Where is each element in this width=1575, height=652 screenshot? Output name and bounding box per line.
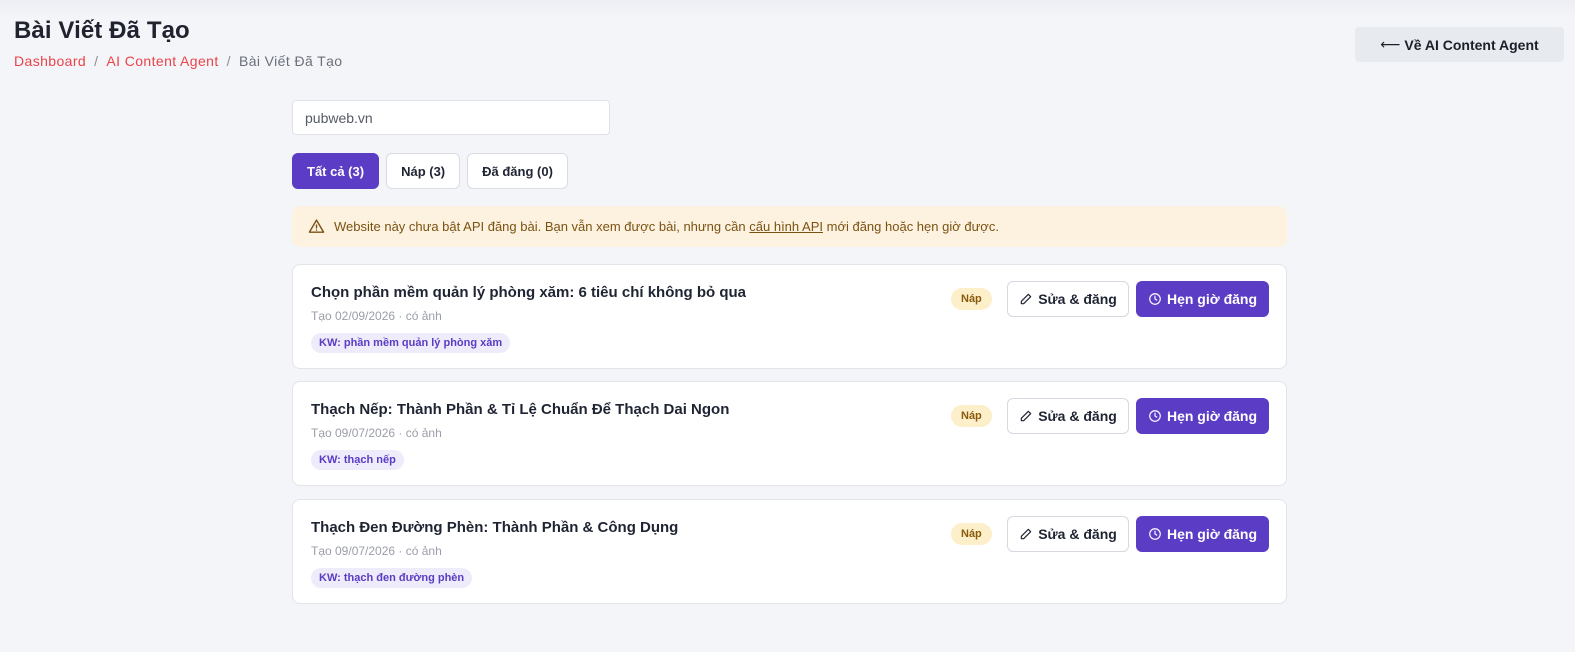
draft-status-badge: Náp <box>951 288 992 310</box>
breadcrumb: Dashboard / AI Content Agent / Bài Viết … <box>14 53 343 69</box>
tab-draft[interactable]: Náp (3) <box>386 153 461 189</box>
keyword-tag: KW: phần mềm quản lý phòng xăm <box>311 333 511 353</box>
warning-text: Website này chưa bật API đăng bài. Bạn v… <box>334 219 999 234</box>
schedule-button-label: Hẹn giờ đăng <box>1166 408 1258 424</box>
draft-status-badge: Náp <box>951 523 992 545</box>
schedule-post-button[interactable]: Hẹn giờ đăng <box>1136 516 1269 552</box>
breadcrumb-separator: / <box>94 53 99 69</box>
post-meta: Tạo 02/09/2026 · có ảnh <box>311 309 442 323</box>
tab-all[interactable]: Tất cả (3) <box>292 153 380 189</box>
post-meta: Tạo 09/07/2026 · có ảnh <box>311 544 442 558</box>
keyword-tag: KW: thạch đen đường phèn <box>311 568 473 588</box>
post-card: Thạch Nếp: Thành Phần & Tỉ Lệ Chuẩn Để T… <box>292 381 1287 486</box>
warning-triangle-icon <box>308 219 325 233</box>
schedule-button-label: Hẹn giờ đăng <box>1166 291 1258 307</box>
api-warning-banner: Website này chưa bật API đăng bài. Bạn v… <box>292 206 1287 247</box>
edit-button-label: Sửa & đăng <box>1038 526 1117 542</box>
clock-icon <box>1149 410 1161 422</box>
back-button-label: Về AI Content Agent <box>1404 36 1539 53</box>
status-tabs: Tất cả (3) Náp (3) Đã đăng (0) <box>292 153 568 189</box>
pencil-icon <box>1020 293 1032 305</box>
configure-api-link[interactable]: cấu hình API <box>749 219 823 234</box>
clock-icon <box>1149 528 1161 540</box>
post-title[interactable]: Thạch Nếp: Thành Phần & Tỉ Lệ Chuẩn Để T… <box>311 401 729 418</box>
schedule-post-button[interactable]: Hẹn giờ đăng <box>1136 398 1269 434</box>
back-arrow-icon: ⟵ <box>1380 36 1401 52</box>
back-to-ai-content-agent-button[interactable]: ⟵ Về AI Content Agent <box>1355 27 1564 62</box>
keyword-tag: KW: thạch nếp <box>311 450 404 470</box>
website-select-input[interactable] <box>292 100 610 135</box>
schedule-post-button[interactable]: Hẹn giờ đăng <box>1136 281 1269 317</box>
edit-and-publish-button[interactable]: Sửa & đăng <box>1007 398 1129 434</box>
schedule-button-label: Hẹn giờ đăng <box>1166 526 1258 542</box>
page-title: Bài Viết Đã Tạo <box>14 17 190 44</box>
breadcrumb-ai-content-agent-link[interactable]: AI Content Agent <box>106 53 218 69</box>
warning-text-after: mới đăng hoặc hẹn giờ được. <box>823 219 999 234</box>
edit-and-publish-button[interactable]: Sửa & đăng <box>1007 281 1129 317</box>
post-card: Chọn phần mềm quản lý phòng xăm: 6 tiêu … <box>292 264 1287 369</box>
edit-button-label: Sửa & đăng <box>1038 408 1117 424</box>
post-title[interactable]: Thạch Đen Đường Phèn: Thành Phần & Công … <box>311 519 678 536</box>
breadcrumb-dashboard-link[interactable]: Dashboard <box>14 53 86 69</box>
breadcrumb-current: Bài Viết Đã Tạo <box>238 53 343 69</box>
post-card: Thạch Đen Đường Phèn: Thành Phần & Công … <box>292 499 1287 604</box>
edit-button-label: Sửa & đăng <box>1038 291 1117 307</box>
post-meta: Tạo 09/07/2026 · có ảnh <box>311 426 442 440</box>
pencil-icon <box>1020 528 1032 540</box>
post-title[interactable]: Chọn phần mềm quản lý phòng xăm: 6 tiêu … <box>311 284 746 301</box>
draft-status-badge: Náp <box>951 405 992 427</box>
warning-text-before: Website này chưa bật API đăng bài. Bạn v… <box>334 219 750 234</box>
pencil-icon <box>1020 410 1032 422</box>
top-shade <box>0 0 1575 18</box>
edit-and-publish-button[interactable]: Sửa & đăng <box>1007 516 1129 552</box>
breadcrumb-separator: / <box>226 53 231 69</box>
tab-published[interactable]: Đã đăng (0) <box>467 153 568 189</box>
clock-icon <box>1149 293 1161 305</box>
